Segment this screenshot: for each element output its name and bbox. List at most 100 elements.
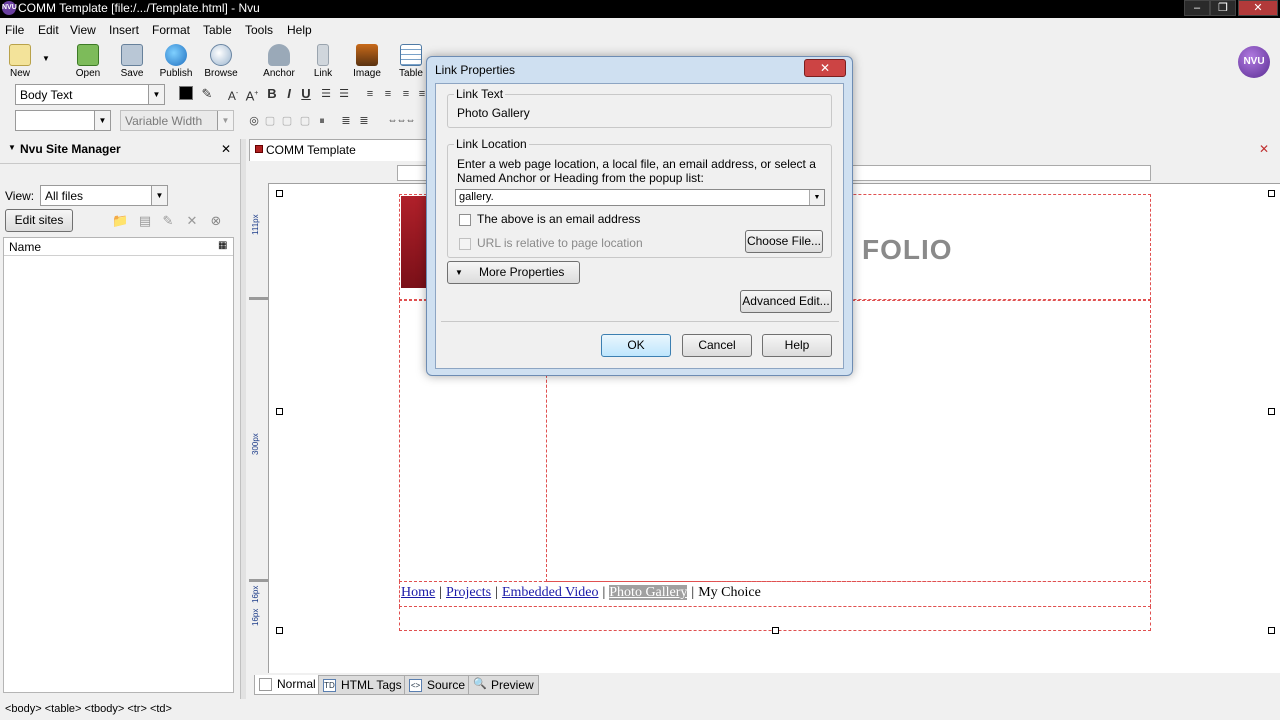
- numbered-list-icon[interactable]: ☰: [318, 85, 334, 103]
- vertical-ruler[interactable]: 111px 300px 16px 16px: [249, 183, 268, 643]
- italic-button[interactable]: I: [281, 85, 297, 103]
- link-button[interactable]: Link: [301, 44, 345, 79]
- menu-view[interactable]: View: [70, 23, 96, 37]
- tab-preview[interactable]: 🔍 Preview: [468, 675, 539, 695]
- chevron-down-icon: ▼: [94, 111, 110, 130]
- paragraph-style-select[interactable]: Body Text ▼: [15, 84, 165, 105]
- link-text-value: Photo Gallery: [457, 106, 530, 120]
- resize-handle[interactable]: [276, 408, 283, 415]
- outdent-icon[interactable]: ≣: [356, 112, 372, 130]
- width-mode-select[interactable]: Variable Width ▼: [120, 110, 234, 131]
- tab-source[interactable]: <> Source: [404, 675, 471, 695]
- save-button[interactable]: Save: [110, 44, 154, 79]
- menu-insert[interactable]: Insert: [109, 23, 139, 37]
- anchor-button[interactable]: Anchor: [257, 44, 301, 79]
- column-header-name[interactable]: Name: [9, 240, 41, 254]
- list-tools-icon[interactable]: ⇔⇔⇔: [376, 112, 426, 130]
- larger-font-icon[interactable]: A+: [241, 85, 263, 103]
- resize-handle[interactable]: [772, 627, 779, 634]
- edit-sites-button[interactable]: Edit sites: [5, 209, 73, 232]
- relative-url-checkbox[interactable]: [459, 238, 471, 250]
- align-center-icon[interactable]: ≡: [380, 85, 396, 103]
- rename-icon[interactable]: ▤: [137, 212, 153, 230]
- new-folder-icon[interactable]: 📁: [112, 212, 128, 230]
- close-tab-icon[interactable]: ✕: [1259, 142, 1269, 156]
- stop-icon[interactable]: ⊗: [208, 212, 224, 230]
- chevron-down-icon[interactable]: ▼: [809, 190, 824, 205]
- tag-path[interactable]: <body> <table> <tbody> <tr> <td>: [5, 703, 172, 715]
- image-button[interactable]: Image: [345, 44, 389, 79]
- bold-button[interactable]: B: [264, 85, 280, 103]
- edit-mode-icon[interactable]: ◎: [246, 112, 262, 130]
- minimize-button[interactable]: –: [1184, 0, 1210, 16]
- open-button[interactable]: Open: [66, 44, 110, 79]
- view-label: View:: [5, 189, 35, 203]
- resize-handle[interactable]: [276, 627, 283, 634]
- layer-3-icon[interactable]: ▢: [297, 112, 313, 130]
- menu-help[interactable]: Help: [287, 23, 312, 37]
- new-dropdown-arrow-icon[interactable]: ▼: [42, 54, 50, 63]
- resize-handle[interactable]: [1268, 190, 1275, 197]
- menu-file[interactable]: File: [5, 23, 24, 37]
- delete-icon[interactable]: ✕: [184, 212, 200, 230]
- collapse-arrow-icon[interactable]: ▼: [8, 143, 16, 152]
- edit-file-icon[interactable]: ✎: [160, 212, 176, 230]
- tab-html-tags[interactable]: TD HTML Tags: [318, 675, 407, 695]
- nav-link-home[interactable]: Home: [401, 585, 435, 600]
- site-manager-sidebar: ▼ Nvu Site Manager ✕ View: All files ▼ E…: [0, 139, 240, 699]
- resize-handle[interactable]: [1268, 408, 1275, 415]
- close-icon[interactable]: ✕: [221, 142, 231, 156]
- link-location-input[interactable]: gallery. ▼: [455, 189, 825, 206]
- more-properties-button[interactable]: ▼ More Properties: [447, 261, 580, 284]
- indent-icon[interactable]: ≣: [338, 112, 354, 130]
- class-select[interactable]: ▼: [15, 110, 111, 131]
- advanced-edit-button[interactable]: Advanced Edit...: [740, 290, 832, 313]
- menu-table[interactable]: Table: [203, 23, 232, 37]
- bulleted-list-icon[interactable]: ☰: [336, 85, 352, 103]
- dialog-body: Link Text Photo Gallery Link Location En…: [435, 83, 844, 369]
- maximize-button[interactable]: ❐: [1210, 0, 1236, 16]
- email-checkbox[interactable]: [459, 214, 471, 226]
- banner-text: FOLIO: [862, 234, 953, 265]
- layer-icon[interactable]: ▢: [262, 112, 278, 130]
- link-location-group: Link Location Enter a web page location,…: [447, 137, 832, 258]
- browse-button[interactable]: Browse: [199, 44, 243, 79]
- tab-normal[interactable]: Normal: [254, 675, 321, 695]
- menu-tools[interactable]: Tools: [245, 23, 273, 37]
- tab-comm-template[interactable]: COMM Template: [249, 139, 432, 161]
- menu-bar: File Edit View Insert Format Table Tools…: [0, 20, 1280, 40]
- layer-2-icon[interactable]: ▢: [279, 112, 295, 130]
- expand-arrow-icon: ▼: [455, 268, 463, 277]
- nav-link-embedded-video[interactable]: Embedded Video: [502, 585, 599, 600]
- ok-button[interactable]: OK: [601, 334, 671, 357]
- menu-format[interactable]: Format: [152, 23, 190, 37]
- resize-handle[interactable]: [276, 190, 283, 197]
- text-color-icon[interactable]: [179, 86, 193, 100]
- cancel-button[interactable]: Cancel: [682, 334, 752, 357]
- highlight-icon[interactable]: ✎: [199, 85, 215, 103]
- choose-file-button[interactable]: Choose File...: [745, 230, 823, 253]
- nav-separator: |: [691, 585, 695, 600]
- menu-edit[interactable]: Edit: [38, 23, 59, 37]
- chevron-down-icon: ▼: [148, 85, 164, 104]
- normal-view-icon: [259, 678, 272, 691]
- new-button[interactable]: New: [0, 44, 42, 79]
- file-list[interactable]: Name ▦: [3, 237, 234, 693]
- view-select[interactable]: All files ▼: [40, 185, 168, 206]
- help-button[interactable]: Help: [762, 334, 832, 357]
- column-picker-icon[interactable]: ▦: [218, 240, 227, 251]
- publish-button[interactable]: Publish: [154, 44, 198, 79]
- dialog-close-button[interactable]: ✕: [804, 59, 846, 77]
- nav-link-photo-gallery[interactable]: Photo Gallery: [609, 585, 688, 600]
- align-left-icon[interactable]: ≡: [362, 85, 378, 103]
- pause-icon[interactable]: ⏸: [314, 112, 330, 130]
- underline-button[interactable]: U: [298, 85, 314, 103]
- resize-handle[interactable]: [1268, 627, 1275, 634]
- close-window-button[interactable]: ✕: [1238, 0, 1278, 16]
- align-right-icon[interactable]: ≡: [398, 85, 414, 103]
- nav-link-projects[interactable]: Projects: [446, 585, 491, 600]
- window-title: COMM Template [file:/.../Template.html] …: [18, 1, 260, 15]
- sidebar-splitter[interactable]: [240, 139, 246, 699]
- document-icon: [255, 145, 263, 153]
- link-location-instructions: Enter a web page location, a local file,…: [457, 157, 816, 185]
